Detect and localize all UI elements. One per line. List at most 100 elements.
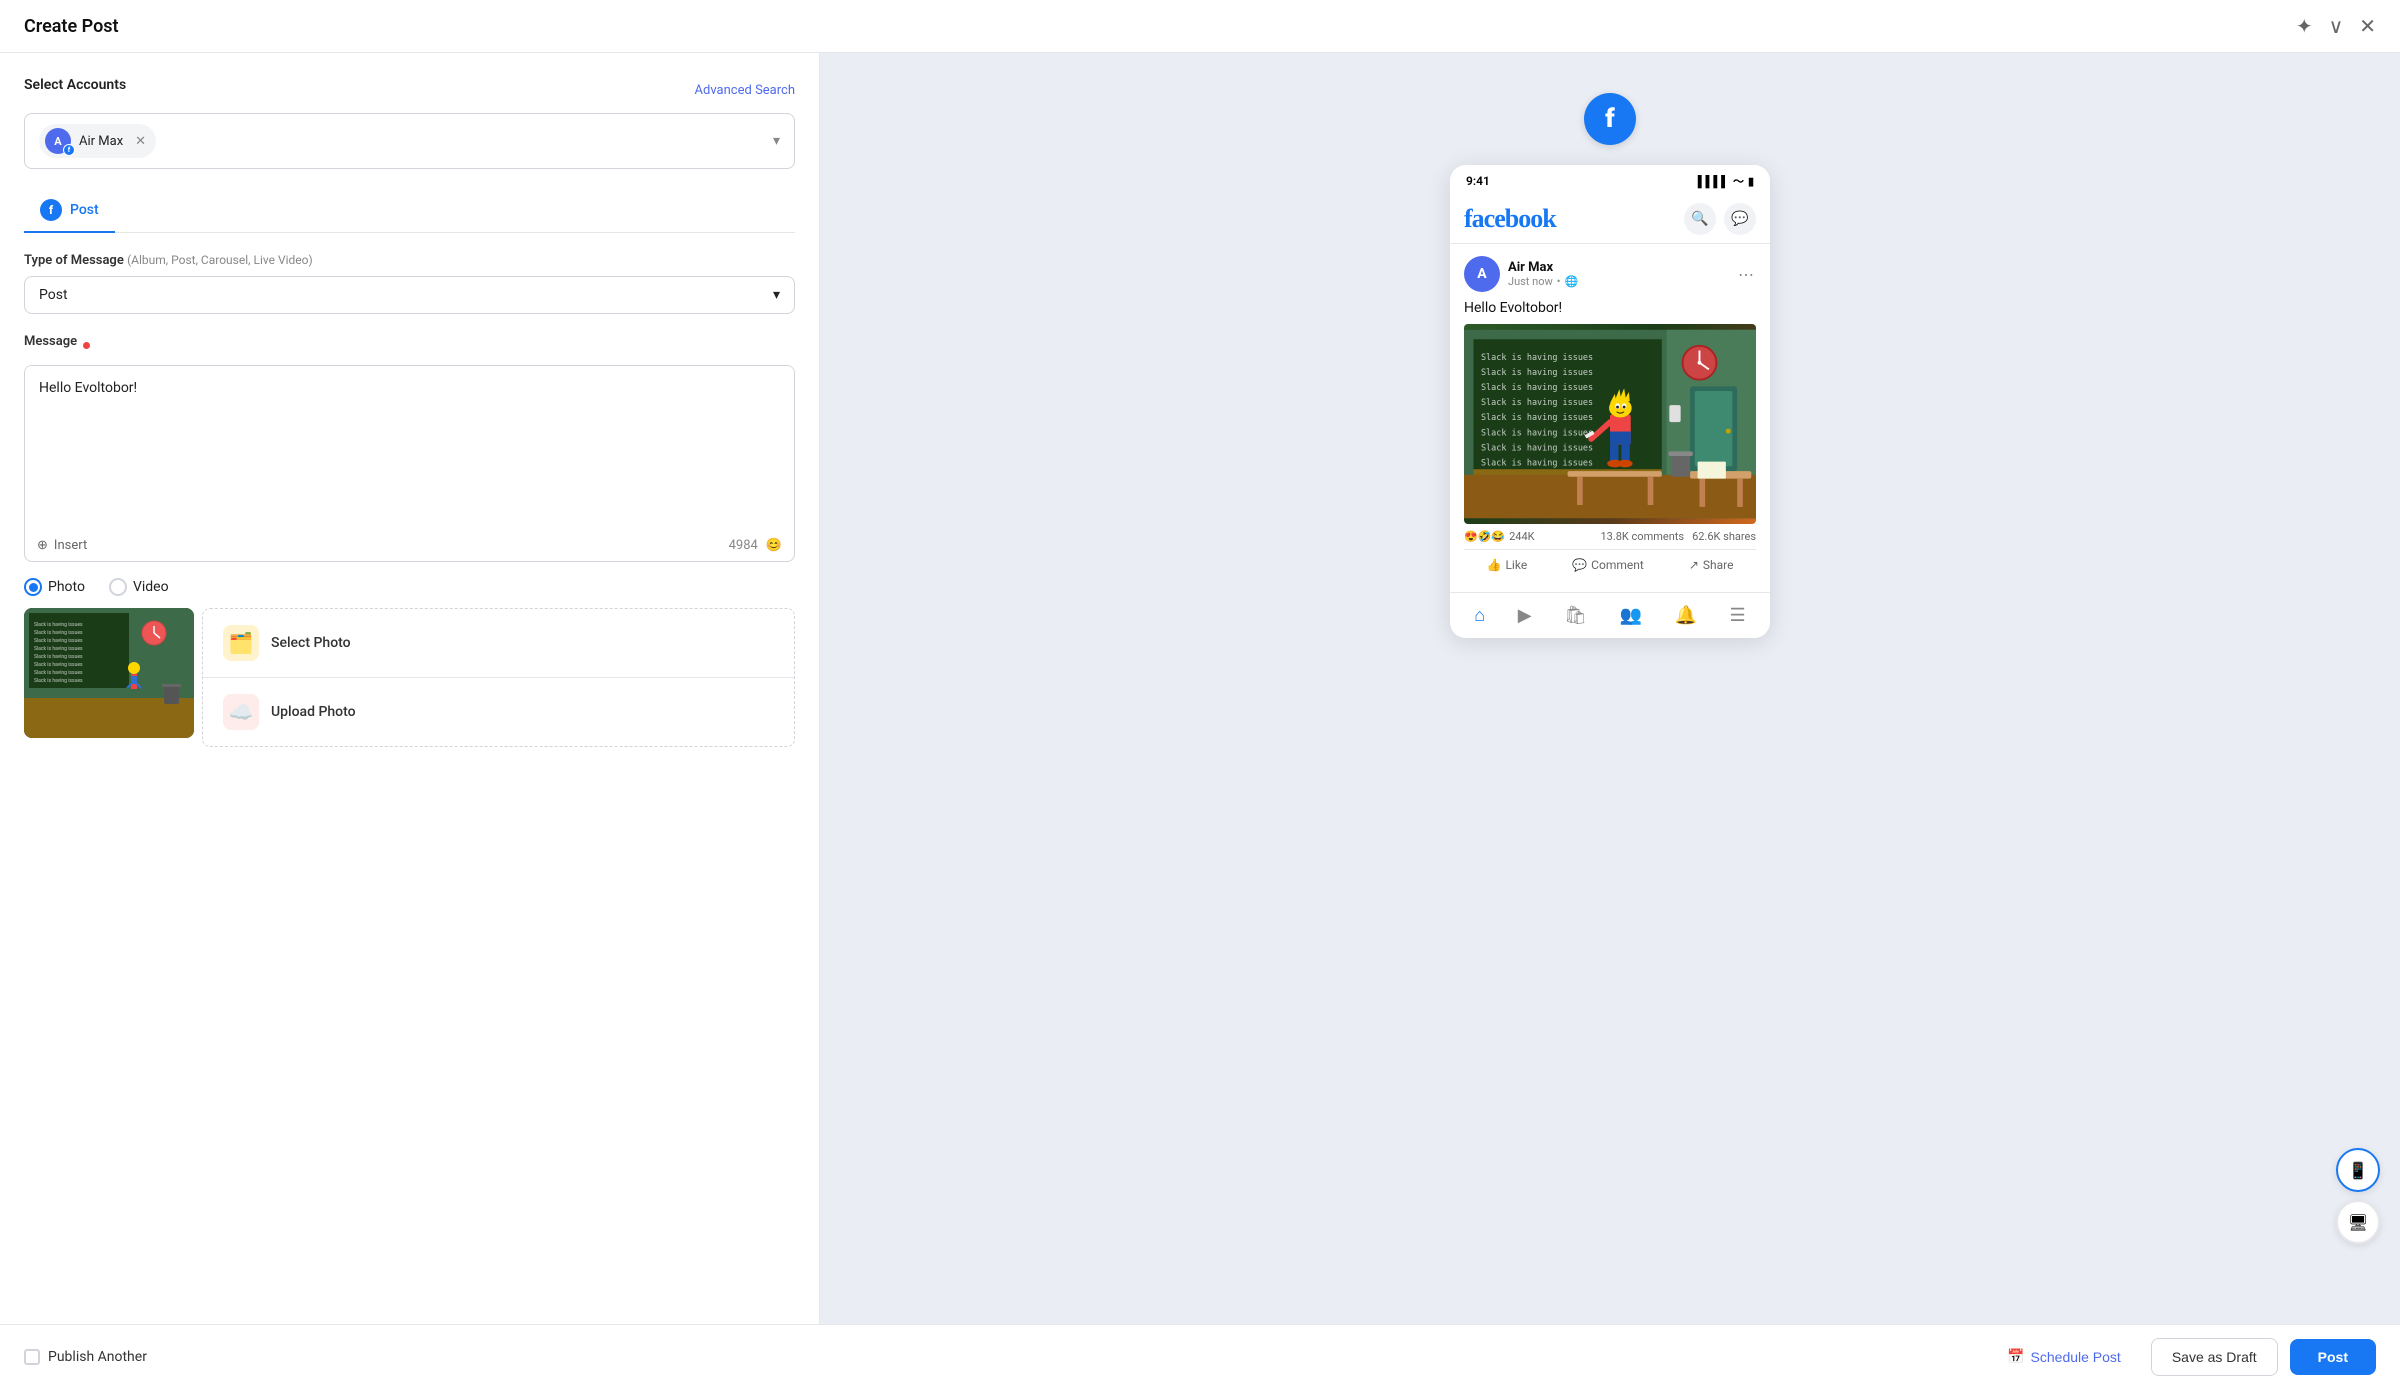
required-indicator — [83, 342, 90, 349]
photo-radio-label[interactable]: Photo — [24, 578, 85, 596]
facebook-tab-icon: f — [40, 199, 62, 221]
nav-menu-icon[interactable]: ☰ — [1726, 601, 1750, 630]
select-photo-icon: 🗂️ — [223, 625, 259, 661]
schedule-post-button[interactable]: 📅 Schedule Post — [1989, 1338, 2139, 1375]
upload-photo-label: Upload Photo — [271, 704, 356, 720]
svg-text:Slack is having issues: Slack is having issues — [1481, 412, 1593, 422]
char-count-area: 4984 😊 — [729, 538, 782, 553]
insert-button[interactable]: ⊕ Insert — [37, 538, 87, 553]
bottom-bar: Publish Another 📅 Schedule Post Save as … — [0, 1324, 2400, 1388]
reactions-stats: 13.8K comments 62.6K shares — [1600, 530, 1756, 543]
message-section: Message Hello Evoltobor! ⊕ Insert 4984 😊 — [24, 334, 795, 562]
message-input-container: Hello Evoltobor! ⊕ Insert 4984 😊 — [24, 365, 795, 562]
comment-icon: 💬 — [1572, 558, 1587, 572]
tab-post[interactable]: f Post — [24, 189, 115, 233]
nav-play-icon[interactable]: ▶ — [1514, 601, 1536, 630]
svg-text:Slack is having issues: Slack is having issues — [34, 622, 83, 628]
messenger-icon[interactable]: 💬 — [1724, 203, 1756, 235]
publish-another-checkbox[interactable] — [24, 1349, 40, 1365]
post-timestamp: Just now — [1508, 275, 1553, 288]
status-icons: ▌▌▌▌ 〜 ▮ — [1698, 173, 1754, 189]
nav-bell-icon[interactable]: 🔔 — [1671, 601, 1701, 630]
upload-photo-icon: ☁️ — [223, 694, 259, 730]
account-name: Air Max — [79, 134, 123, 149]
message-type-dropdown[interactable]: Post ▾ — [24, 276, 795, 314]
post-author-avatar: A — [1464, 256, 1500, 292]
post-button[interactable]: Post — [2290, 1339, 2376, 1375]
advanced-search-link[interactable]: Advanced Search — [695, 83, 795, 98]
insert-icon: ⊕ — [37, 538, 48, 553]
photo-label: Photo — [48, 579, 85, 595]
svg-text:Slack is having issues: Slack is having issues — [1481, 397, 1593, 407]
phone-time: 9:41 — [1466, 174, 1490, 188]
page-title: Create Post — [24, 16, 119, 37]
select-accounts-label: Select Accounts — [24, 77, 126, 93]
svg-text:Slack is having issues: Slack is having issues — [1481, 352, 1593, 362]
comment-label: Comment — [1591, 558, 1644, 572]
post-author-info: A Air Max Just now • 🌐 — [1464, 256, 1578, 292]
video-label: Video — [133, 579, 169, 595]
pin-icon[interactable]: ✦ — [2296, 14, 2313, 38]
svg-text:Slack is having issues: Slack is having issues — [34, 638, 83, 644]
save-as-draft-button[interactable]: Save as Draft — [2151, 1338, 2278, 1376]
radio-selected-indicator — [29, 583, 38, 592]
photo-thumbnail: Slack is having issues Slack is having i… — [24, 608, 194, 738]
comment-button[interactable]: 💬 Comment — [1564, 554, 1652, 576]
wifi-icon: 〜 — [1733, 173, 1744, 189]
video-radio-label[interactable]: Video — [109, 578, 169, 596]
type-of-message-label: Type of Message (Album, Post, Carousel, … — [24, 253, 795, 268]
phone-status-bar: 9:41 ▌▌▌▌ 〜 ▮ — [1450, 165, 1770, 197]
char-count: 4984 — [729, 538, 758, 553]
nav-store-icon[interactable]: 🛍 — [1560, 601, 1591, 630]
dropdown-chevron-icon: ▾ — [773, 133, 780, 149]
shares-count: 62.6K shares — [1692, 530, 1756, 543]
signal-icon: ▌▌▌▌ — [1698, 175, 1729, 188]
svg-text:Slack is having issues: Slack is having issues — [1481, 457, 1593, 467]
nav-people-icon[interactable]: 👥 — [1616, 601, 1646, 630]
tab-post-label: Post — [70, 202, 99, 218]
minimize-icon[interactable]: ∨ — [2329, 14, 2344, 38]
video-radio-button[interactable] — [109, 578, 127, 596]
classroom-thumbnail-svg: Slack is having issues Slack is having i… — [24, 608, 194, 738]
svg-text:Slack is having issues: Slack is having issues — [34, 678, 83, 684]
upload-photo-button[interactable]: ☁️ Upload Photo — [203, 678, 794, 746]
mobile-view-button[interactable]: 📱 — [2336, 1148, 2380, 1192]
message-label: Message — [24, 334, 77, 349]
share-button[interactable]: ↗ Share — [1681, 554, 1742, 576]
message-type-chevron-icon: ▾ — [773, 287, 780, 303]
accounts-dropdown[interactable]: A f Air Max ✕ ▾ — [24, 113, 795, 169]
like-label: Like — [1505, 558, 1527, 572]
account-avatar: A f — [45, 128, 71, 154]
emoji-icon[interactable]: 😊 — [766, 538, 782, 553]
publish-another-label: Publish Another — [48, 1349, 147, 1365]
svg-text:Slack is having issues: Slack is having issues — [34, 662, 83, 668]
nav-home-icon[interactable]: ⌂ — [1470, 601, 1489, 630]
svg-text:Slack is having issues: Slack is having issues — [1481, 367, 1593, 377]
media-type-row: Photo Video — [24, 578, 795, 596]
like-button[interactable]: 👍 Like — [1479, 554, 1536, 576]
view-toggle: 📱 🖥 — [2336, 1148, 2380, 1244]
svg-text:Slack is having issues: Slack is having issues — [34, 654, 83, 660]
select-photo-button[interactable]: 🗂️ Select Photo — [203, 609, 794, 678]
message-textarea[interactable]: Hello Evoltobor! — [25, 366, 794, 526]
post-preview: A Air Max Just now • 🌐 ⋯ Hell — [1450, 244, 1770, 592]
photo-upload-panel: 🗂️ Select Photo ☁️ Upload Photo — [202, 608, 795, 747]
type-hint: (Album, Post, Carousel, Live Video) — [127, 253, 313, 267]
post-image: Slack is having issues Slack is having i… — [1464, 324, 1756, 524]
close-icon[interactable]: ✕ — [2359, 14, 2376, 38]
facebook-badge: f — [63, 144, 75, 156]
right-panel: f 9:41 ▌▌▌▌ 〜 ▮ facebook 🔍 💬 — [820, 53, 2400, 1324]
post-meta: Just now • 🌐 — [1508, 275, 1578, 288]
publish-another-checkbox-area[interactable]: Publish Another — [24, 1349, 147, 1365]
remove-account-button[interactable]: ✕ — [135, 134, 146, 149]
post-author-details: Air Max Just now • 🌐 — [1508, 260, 1578, 288]
post-more-icon[interactable]: ⋯ — [1738, 265, 1756, 284]
desktop-view-button[interactable]: 🖥 — [2336, 1200, 2380, 1244]
svg-text:Slack is having issues: Slack is having issues — [34, 670, 83, 676]
type-of-message-section: Type of Message (Album, Post, Carousel, … — [24, 253, 795, 314]
search-icon[interactable]: 🔍 — [1684, 203, 1716, 235]
photo-radio-button[interactable] — [24, 578, 42, 596]
post-text: Hello Evoltobor! — [1464, 300, 1756, 316]
post-image-svg: Slack is having issues Slack is having i… — [1464, 324, 1756, 524]
post-privacy-icon: 🌐 — [1564, 275, 1578, 288]
